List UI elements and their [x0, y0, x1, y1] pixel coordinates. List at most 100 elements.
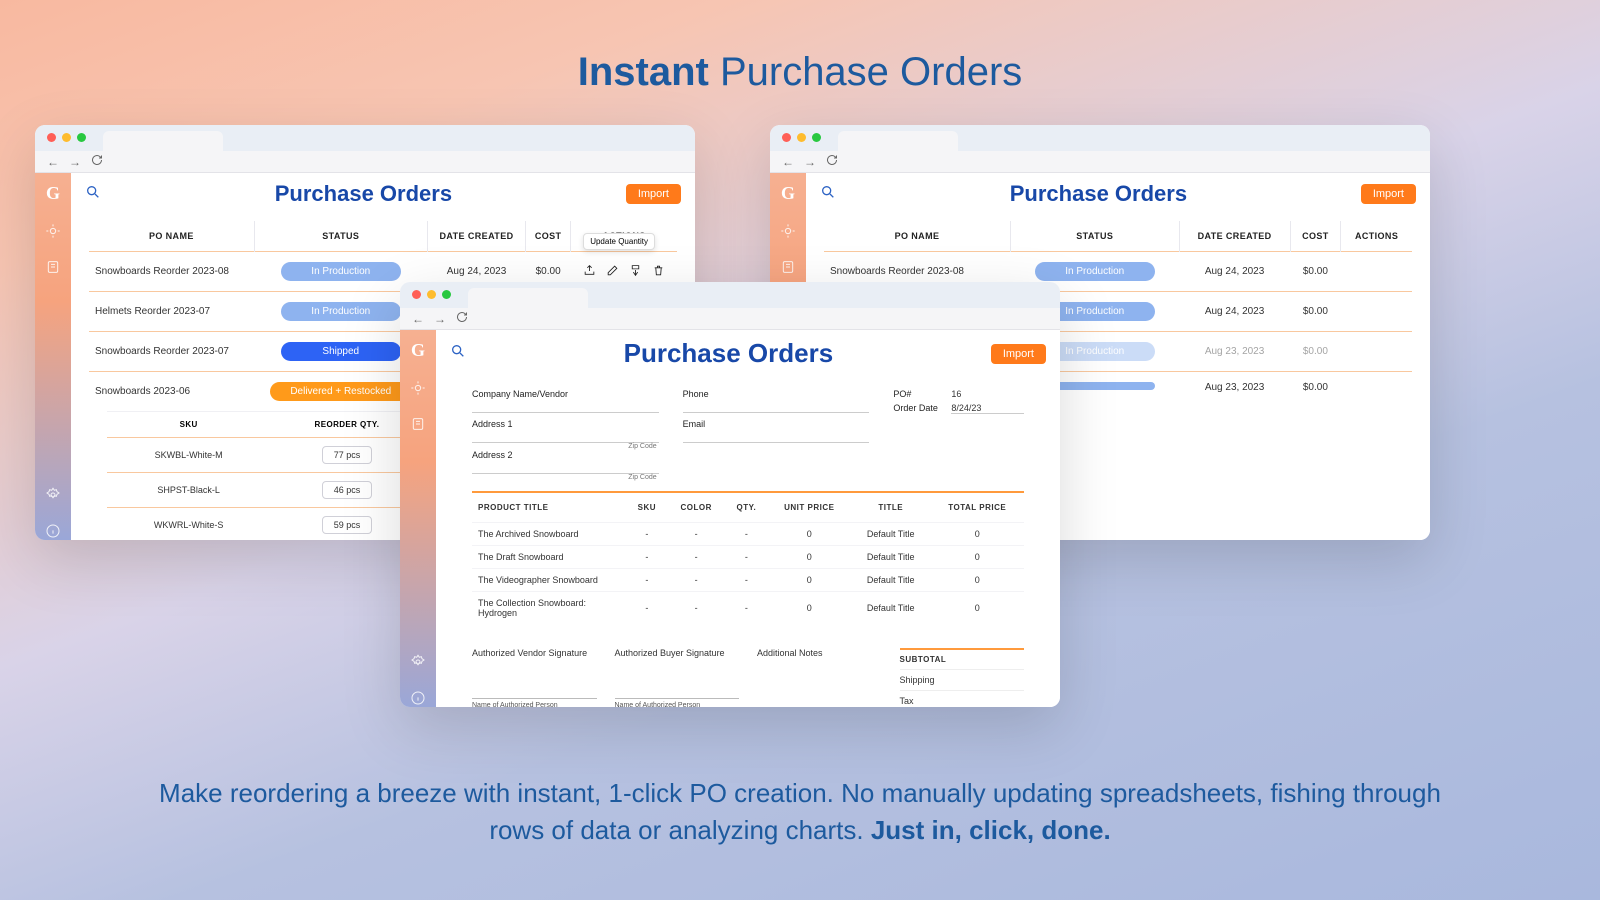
import-button[interactable]: Import [1361, 184, 1416, 204]
label-company: Company Name/Vendor [472, 389, 659, 399]
nav-icon-1[interactable] [44, 222, 62, 240]
th-cost: Cost [526, 221, 571, 252]
label-zip2: Zip Code [472, 474, 659, 481]
reload-icon[interactable] [91, 154, 103, 169]
cell-cost: $0.00 [1290, 292, 1341, 332]
cell-total: 0 [930, 569, 1024, 592]
label-phone: Phone [683, 389, 870, 399]
page-title: Purchase Orders [478, 338, 979, 369]
browser-tabbar [35, 125, 695, 151]
cell-vtitle: Default Title [851, 523, 931, 546]
cell-vtitle: Default Title [851, 546, 931, 569]
browser-tab[interactable] [103, 131, 223, 151]
browser-tab[interactable] [838, 131, 958, 151]
update-qty-icon[interactable] [629, 264, 642, 280]
cell-vtitle: Default Title [851, 592, 931, 625]
cell-date: Aug 23, 2023 [1179, 332, 1290, 372]
nav-icon-1[interactable] [409, 379, 427, 397]
nav-icon-2[interactable] [779, 258, 797, 276]
totals-block: SUBTOTAL Shipping Tax Other TOTAL [900, 648, 1025, 707]
reload-icon[interactable] [826, 154, 838, 169]
app-logo[interactable]: G [46, 183, 60, 204]
th-name: PO Name [89, 221, 254, 252]
forward-icon[interactable]: → [804, 155, 816, 169]
th-unit: Unit Price [768, 493, 851, 523]
search-icon[interactable] [85, 184, 101, 205]
label-addr2: Address 2 [472, 450, 659, 460]
cell-qty: - [725, 569, 767, 592]
th-cost: Cost [1290, 221, 1341, 252]
value-order-date[interactable]: 8/24/23 [951, 403, 1024, 414]
search-icon[interactable] [450, 343, 466, 364]
cell-sku: - [627, 523, 668, 546]
table-row: The Draft Snowboard - - - 0 Default Titl… [472, 546, 1024, 569]
forward-icon[interactable]: → [69, 155, 81, 169]
nav-icon-2[interactable] [44, 258, 62, 276]
cell-date: Aug 23, 2023 [1179, 372, 1290, 404]
search-icon[interactable] [820, 184, 836, 205]
export-icon[interactable] [583, 264, 596, 280]
edit-icon[interactable] [606, 264, 619, 280]
th-color: Color [667, 493, 725, 523]
input-addr1[interactable] [472, 429, 659, 443]
browser-toolbar: ← → [35, 151, 695, 173]
input-addr2[interactable] [472, 460, 659, 474]
label-tax: Tax [900, 696, 914, 706]
cell-color: - [667, 569, 725, 592]
th-total: Total Price [930, 493, 1024, 523]
label-shipping: Shipping [900, 675, 935, 685]
th-status: Status [254, 221, 427, 252]
cell-sku: - [627, 592, 668, 625]
cell-date: Aug 24, 2023 [1179, 252, 1290, 292]
th-sku: SKU [107, 412, 270, 438]
cell-sku: - [627, 546, 668, 569]
th-vtitle: Title [851, 493, 931, 523]
reload-icon[interactable] [456, 311, 468, 326]
items-table: Product Title SKU Color Qty. Unit Price … [472, 493, 1024, 624]
table-row: The Archived Snowboard - - - 0 Default T… [472, 523, 1024, 546]
cell-total: 0 [930, 592, 1024, 625]
settings-icon[interactable] [409, 653, 427, 671]
sidebar-rail: G [35, 173, 71, 540]
cell-color: - [667, 523, 725, 546]
label-notes: Additional Notes [757, 648, 882, 658]
app-logo[interactable]: G [781, 183, 795, 204]
sig-caption-1a: Name of Authorized Person [472, 701, 597, 707]
page-title: Purchase Orders [113, 181, 614, 207]
th-date: Date Created [427, 221, 525, 252]
nav-icon-1[interactable] [779, 222, 797, 240]
back-icon[interactable]: ← [412, 312, 424, 326]
cell-qty: - [725, 546, 767, 569]
traffic-lights [782, 133, 821, 142]
delete-icon[interactable] [652, 264, 665, 280]
th-date: Date Created [1179, 221, 1290, 252]
cell-color: - [667, 592, 725, 625]
browser-toolbar: ← → [770, 151, 1430, 173]
cell-actions [1341, 332, 1412, 372]
import-button[interactable]: Import [626, 184, 681, 204]
input-phone[interactable] [683, 399, 870, 413]
input-email[interactable] [683, 429, 870, 443]
cell-sku: WKWRL-White-S [107, 508, 270, 541]
browser-tabbar [400, 282, 1060, 308]
info-icon[interactable] [44, 522, 62, 540]
settings-icon[interactable] [44, 486, 62, 504]
traffic-lights [412, 290, 451, 299]
back-icon[interactable]: ← [782, 155, 794, 169]
cell-unit: 0 [768, 546, 851, 569]
app-logo[interactable]: G [411, 340, 425, 361]
back-icon[interactable]: ← [47, 155, 59, 169]
cell-cost: $0.00 [1290, 372, 1341, 404]
cell-actions [1341, 292, 1412, 332]
cell-vtitle: Default Title [851, 569, 931, 592]
table-row: The Videographer Snowboard - - - 0 Defau… [472, 569, 1024, 592]
hero-title-bold: Instant [578, 50, 709, 94]
label-order-date: Order Date [893, 403, 943, 414]
forward-icon[interactable]: → [434, 312, 446, 326]
label-vendor-sig: Authorized Vendor Signature [472, 648, 597, 658]
info-icon[interactable] [409, 689, 427, 707]
import-button[interactable]: Import [991, 344, 1046, 364]
input-company[interactable] [472, 399, 659, 413]
browser-tab[interactable] [468, 288, 588, 308]
nav-icon-2[interactable] [409, 415, 427, 433]
